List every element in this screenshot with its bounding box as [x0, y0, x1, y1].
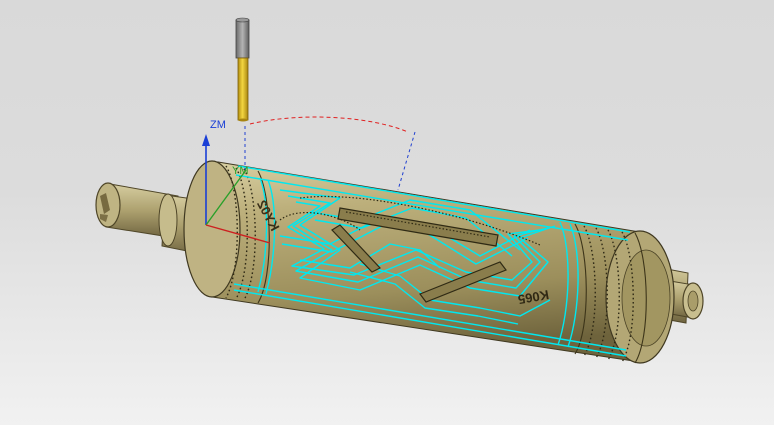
tool-motion-arc — [249, 116, 409, 133]
tool-shank — [237, 57, 249, 121]
cutting-tool[interactable] — [235, 17, 250, 122]
y-axis-label: YM — [232, 165, 249, 177]
model-view[interactable]: KY02 K065 ZM YM — [0, 0, 774, 425]
tool-holder — [235, 19, 250, 59]
z-axis-arrow — [202, 134, 210, 146]
cad-viewport[interactable]: KY02 K065 ZM YM — [0, 0, 774, 425]
z-axis-label: ZM — [210, 119, 226, 131]
